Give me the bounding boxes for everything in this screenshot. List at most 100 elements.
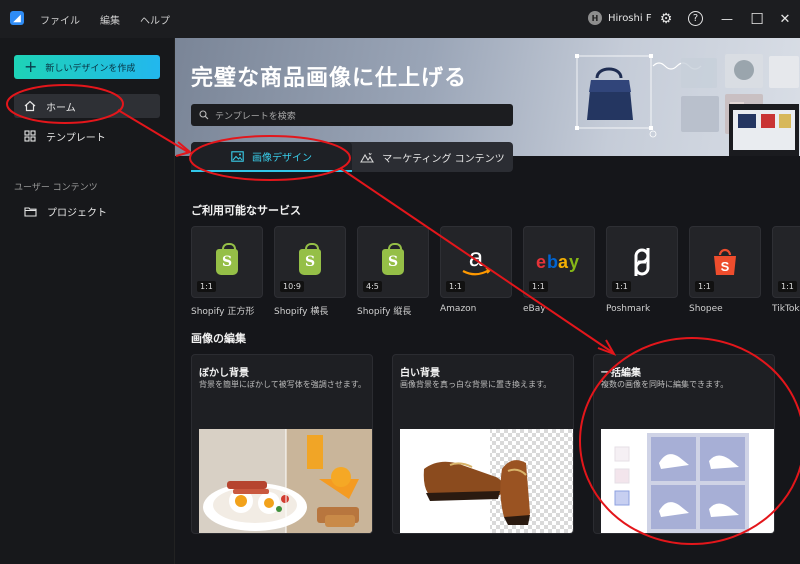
menu-edit[interactable]: 編集 <box>100 12 120 27</box>
edit-card-blur-background[interactable]: ぼかし背景 背景を簡単にぼかして被写体を強調させます。 <box>191 354 373 534</box>
aspect-ratio-badge: 1:1 <box>695 281 714 292</box>
service-name: Amazon <box>440 304 477 314</box>
svg-text:a: a <box>469 244 484 272</box>
design-tabs: 画像デザイン マーケティング コンテンツ <box>191 142 513 172</box>
app-logo: ◢ <box>10 11 24 25</box>
hero-banner: 完璧な商品画像に仕上げる テンプレートを検索 <box>175 38 800 156</box>
shopee-logo-icon: S <box>714 248 736 275</box>
service-tiktok[interactable]: 1:1 TikTok <box>772 226 800 317</box>
edit-card-description: 画像背景を真っ白な背景に置き換えます。 <box>400 380 552 389</box>
aspect-ratio-badge: 1:1 <box>446 281 465 292</box>
menu-bar: ファイル 編集 ヘルプ <box>40 12 170 27</box>
sidebar-item-label: テンプレート <box>46 132 106 144</box>
service-name: TikTok <box>772 304 800 314</box>
svg-text:a: a <box>558 252 569 272</box>
close-icon[interactable]: ✕ <box>776 10 794 28</box>
folder-icon <box>24 206 37 217</box>
aspect-ratio-badge: 1:1 <box>778 281 797 292</box>
hero-product-collage <box>575 54 799 156</box>
service-poshmark[interactable]: 1:1 Poshmark <box>606 226 678 317</box>
edit-card-description: 背景を簡単にぼかして被写体を強調させます。 <box>199 380 366 389</box>
service-card[interactable]: e b a y 1:1 <box>523 226 595 298</box>
service-name: eBay <box>523 304 546 314</box>
service-shopify-square[interactable]: S 1:1 Shopify 正方形 <box>191 226 263 317</box>
services-section-title: ご利用可能なサービス <box>191 204 301 217</box>
service-shopify-portrait[interactable]: S 4:5 Shopify 縦長 <box>357 226 429 317</box>
service-name: Shopify 正方形 <box>191 307 255 317</box>
help-icon[interactable]: ? <box>688 11 703 26</box>
service-name: Shopee <box>689 304 723 314</box>
section-label-user-content: ユーザー コンテンツ <box>14 183 98 193</box>
user-name: Hiroshi F <box>608 12 652 24</box>
sidebar-item-label: ホーム <box>46 102 76 114</box>
new-design-button[interactable]: + 新しいデザインを作成 <box>14 55 160 79</box>
sidebar: + 新しいデザインを作成 ホーム テンプレート ユーザー コンテンツ プロジェク… <box>0 38 175 564</box>
title-bar: ◢ ファイル 編集 ヘルプ H Hiroshi F ⚙ ? — ☐ ✕ <box>0 0 800 38</box>
menu-file[interactable]: ファイル <box>40 12 80 27</box>
aspect-ratio-badge: 10:9 <box>280 281 304 292</box>
service-card[interactable]: S 4:5 <box>357 226 429 298</box>
tab-image-design[interactable]: 画像デザイン <box>191 142 352 172</box>
settings-icon[interactable]: ⚙ <box>657 10 675 28</box>
new-design-label: 新しいデザインを作成 <box>45 63 136 74</box>
user-account[interactable]: H Hiroshi F <box>588 11 652 25</box>
shopify-logo-icon: S <box>382 243 404 275</box>
editing-cards: ぼかし背景 背景を簡単にぼかして被写体を強調させます。 白い背景 画像背景を真っ… <box>191 354 775 534</box>
hero-title: 完璧な商品画像に仕上げる <box>191 66 468 91</box>
editing-section-title: 画像の編集 <box>191 332 246 345</box>
avatar: H <box>588 11 602 25</box>
sidebar-item-home[interactable]: ホーム <box>14 94 160 118</box>
marketing-icon <box>360 152 375 163</box>
shopify-logo-icon: S <box>216 243 238 275</box>
service-name: Shopify 縦長 <box>357 307 412 317</box>
main-content: 完璧な商品画像に仕上げる テンプレートを検索 画像デザイン マーケティング コン… <box>175 38 800 564</box>
search-input[interactable]: テンプレートを検索 <box>191 104 513 126</box>
service-shopify-landscape[interactable]: S 10:9 Shopify 横長 <box>274 226 346 317</box>
svg-text:e: e <box>536 252 546 272</box>
edit-card-batch-editing[interactable]: 一括編集 複数の画像を同時に編集できます。 <box>593 354 775 534</box>
tab-marketing-content[interactable]: マーケティング コンテンツ <box>352 142 513 172</box>
edit-card-title: 一括編集 <box>601 368 641 379</box>
service-card[interactable]: S 1:1 <box>191 226 263 298</box>
aspect-ratio-badge: 1:1 <box>612 281 631 292</box>
edit-card-description: 複数の画像を同時に編集できます。 <box>601 380 729 389</box>
edit-card-title: 白い背景 <box>400 368 440 379</box>
service-card[interactable]: 1:1 <box>772 226 800 298</box>
service-amazon[interactable]: a 1:1 Amazon <box>440 226 512 317</box>
svg-text:S: S <box>721 259 730 274</box>
service-name: Poshmark <box>606 304 651 314</box>
poshmark-logo-icon <box>634 248 650 276</box>
edit-card-title: ぼかし背景 <box>199 368 249 379</box>
service-ebay[interactable]: e b a y 1:1 eBay <box>523 226 595 317</box>
service-card[interactable]: a 1:1 <box>440 226 512 298</box>
service-card[interactable]: S 10:9 <box>274 226 346 298</box>
batch-editing-preview <box>601 429 774 533</box>
edit-card-white-background[interactable]: 白い背景 画像背景を真っ白な背景に置き換えます。 <box>392 354 574 534</box>
service-card[interactable]: S 1:1 <box>689 226 761 298</box>
tab-label: マーケティング コンテンツ <box>382 153 505 165</box>
minimize-icon[interactable]: — <box>718 10 736 28</box>
white-background-preview <box>400 429 573 533</box>
menu-help[interactable]: ヘルプ <box>140 12 170 27</box>
tab-label: 画像デザイン <box>252 152 312 164</box>
amazon-logo-icon: a <box>462 244 492 276</box>
sidebar-item-label: プロジェクト <box>47 207 107 219</box>
maximize-icon[interactable]: ☐ <box>748 10 766 28</box>
sidebar-item-templates[interactable]: テンプレート <box>14 124 160 148</box>
svg-text:y: y <box>569 252 579 272</box>
grid-icon <box>24 130 36 142</box>
shopify-logo-icon: S <box>299 243 321 275</box>
search-placeholder: テンプレートを検索 <box>215 111 296 122</box>
aspect-ratio-badge: 1:1 <box>197 281 216 292</box>
svg-text:b: b <box>547 252 558 272</box>
sidebar-item-projects[interactable]: プロジェクト <box>14 199 160 223</box>
service-card[interactable]: 1:1 <box>606 226 678 298</box>
plus-icon: + <box>24 57 38 76</box>
search-icon <box>199 110 209 120</box>
service-name: Shopify 横長 <box>274 307 329 317</box>
home-icon <box>24 100 36 112</box>
blur-background-preview <box>199 429 372 533</box>
aspect-ratio-badge: 4:5 <box>363 281 382 292</box>
service-shopee[interactable]: S 1:1 Shopee <box>689 226 761 317</box>
ebay-logo-icon: e b a y <box>536 252 579 272</box>
